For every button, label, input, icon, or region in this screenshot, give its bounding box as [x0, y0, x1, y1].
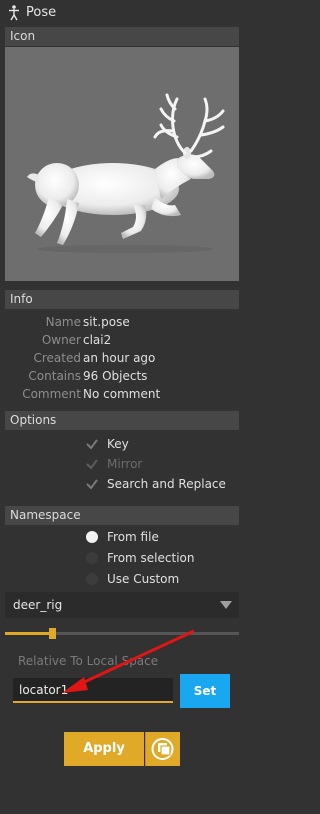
info-contains-row: Contains 96 Objects: [5, 367, 239, 385]
radio-indicator: [86, 573, 98, 585]
info-created-label: Created: [33, 351, 82, 365]
option-mirror-label: Mirror: [107, 457, 143, 471]
info-name-row: Name sit.pose: [5, 313, 239, 331]
mode-icon: [145, 732, 174, 766]
locator-input[interactable]: [13, 678, 173, 703]
info-owner-value: clai2: [83, 333, 112, 347]
set-button[interactable]: Set: [180, 674, 230, 708]
radio-indicator: [86, 531, 98, 543]
title-bar: Pose: [0, 0, 244, 26]
info-contains-label: Contains: [28, 369, 81, 383]
namespace-combo[interactable]: deer_rig: [5, 592, 239, 618]
blend-slider[interactable]: [5, 624, 239, 644]
option-search-replace-label: Search and Replace: [107, 477, 226, 491]
checkmark-icon: [86, 439, 98, 450]
slider-fill: [5, 632, 52, 635]
apply-button[interactable]: Apply: [64, 732, 144, 766]
info-name-label: Name: [45, 315, 81, 329]
info-owner-label: Owner: [41, 333, 81, 347]
radio-from-selection-label: From selection: [107, 551, 195, 565]
checkmark-icon: [86, 479, 98, 490]
slider-handle[interactable]: [49, 628, 56, 639]
namespace-combo-value: deer_rig: [13, 598, 63, 612]
section-header-info[interactable]: Info: [5, 290, 239, 309]
option-key-label: Key: [107, 437, 129, 451]
section-header-namespace[interactable]: Namespace: [5, 506, 239, 525]
info-comment-label: Comment: [22, 387, 81, 401]
deer-image: [27, 93, 225, 253]
info-comment-row: Comment No comment: [5, 385, 239, 403]
checkmark-icon: [86, 459, 98, 470]
section-header-options[interactable]: Options: [5, 411, 239, 430]
pose-thumbnail[interactable]: [5, 47, 239, 281]
info-created-row: Created an hour ago: [5, 349, 239, 367]
section-header-icon[interactable]: Icon: [5, 27, 239, 46]
dropdown-arrow-icon: [220, 601, 232, 609]
info-name-value: sit.pose: [83, 315, 130, 329]
window-title: Pose: [26, 5, 57, 20]
info-created-value: an hour ago: [83, 351, 156, 365]
info-comment-value: No comment: [83, 387, 161, 401]
radio-use-custom-label: Use Custom: [107, 572, 180, 586]
radio-indicator: [86, 552, 98, 564]
radio-from-file-label: From file: [107, 530, 159, 544]
info-contains-value: 96 Objects: [83, 369, 148, 383]
apply-mode-button[interactable]: [145, 732, 180, 766]
figure-icon: [9, 5, 19, 21]
relative-space-label: Relative To Local Space: [18, 654, 159, 668]
info-owner-row: Owner clai2: [5, 331, 239, 349]
